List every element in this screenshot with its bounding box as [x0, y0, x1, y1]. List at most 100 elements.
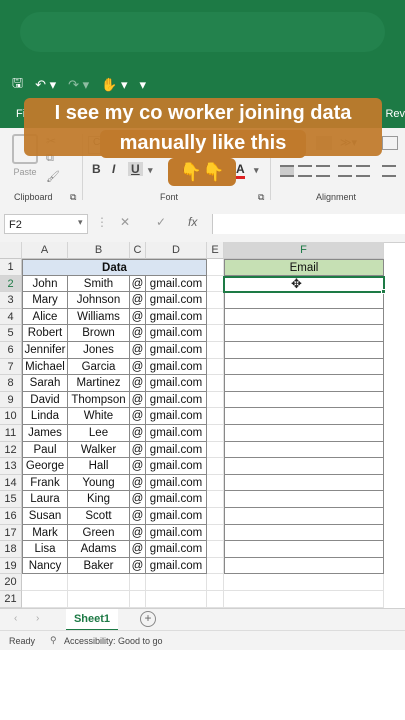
cell[interactable]	[207, 491, 224, 508]
row-header-2[interactable]: 2	[0, 275, 22, 293]
cell[interactable]: George	[22, 458, 68, 475]
accessibility-icon[interactable]: ⚲	[50, 635, 57, 646]
cell[interactable]	[207, 292, 224, 309]
cell[interactable]	[22, 574, 68, 591]
cell[interactable]	[130, 574, 146, 591]
cell[interactable]: Susan	[22, 508, 68, 525]
increase-indent-icon[interactable]	[356, 165, 370, 177]
cell[interactable]	[207, 474, 224, 492]
cell[interactable]: @	[130, 425, 146, 442]
align-left-icon[interactable]	[280, 165, 294, 177]
cell[interactable]: Sarah	[22, 375, 68, 392]
save-icon[interactable]: 🖫	[12, 74, 23, 96]
email-cell[interactable]	[224, 441, 384, 459]
cell[interactable]: gmail.com	[146, 491, 207, 508]
cell[interactable]	[22, 591, 68, 608]
cell[interactable]: Mary	[22, 292, 68, 309]
cell[interactable]	[207, 391, 224, 409]
cell[interactable]: Smith	[68, 275, 130, 293]
cell[interactable]: Brown	[68, 325, 130, 342]
column-header-c[interactable]: C	[130, 242, 146, 259]
row-header-12[interactable]: 12	[0, 441, 22, 459]
row-header-13[interactable]: 13	[0, 458, 22, 475]
format-painter-icon[interactable]: 🖌	[46, 170, 60, 183]
undo-icon[interactable]: ↶ ▾	[35, 77, 56, 93]
cell[interactable]: David	[22, 391, 68, 409]
decrease-indent-icon[interactable]	[338, 165, 352, 177]
email-cell[interactable]	[224, 408, 384, 425]
row-header-8[interactable]: 8	[0, 375, 22, 392]
row-header-10[interactable]: 10	[0, 408, 22, 425]
email-cell[interactable]	[224, 375, 384, 392]
cell[interactable]: gmail.com	[146, 375, 207, 392]
row-header-17[interactable]: 17	[0, 524, 22, 542]
cell[interactable]: @	[130, 541, 146, 558]
cell[interactable]	[207, 408, 224, 425]
cell[interactable]: Walker	[68, 441, 130, 459]
cell[interactable]	[207, 574, 224, 591]
row-header-14[interactable]: 14	[0, 474, 22, 492]
cell[interactable]: gmail.com	[146, 458, 207, 475]
row-header-3[interactable]: 3	[0, 292, 22, 309]
accessibility-status[interactable]: Accessibility: Good to go	[64, 636, 163, 646]
scroll-right-icon[interactable]: ›	[36, 613, 39, 624]
cell[interactable]: gmail.com	[146, 408, 207, 425]
italic-button[interactable]: I	[112, 162, 115, 176]
align-right-icon[interactable]	[316, 165, 330, 177]
cell[interactable]: Jennifer	[22, 342, 68, 359]
cell[interactable]: @	[130, 508, 146, 525]
bold-button[interactable]: B	[92, 162, 101, 176]
cell[interactable]	[207, 524, 224, 542]
cell[interactable]	[224, 591, 384, 608]
cell[interactable]	[207, 308, 224, 326]
cell[interactable]: gmail.com	[146, 308, 207, 326]
cell[interactable]: John	[22, 275, 68, 293]
cell[interactable]: @	[130, 408, 146, 425]
cell[interactable]: gmail.com	[146, 275, 207, 293]
cell[interactable]: gmail.com	[146, 342, 207, 359]
column-header-e[interactable]: E	[207, 242, 224, 259]
cell[interactable]: gmail.com	[146, 508, 207, 525]
align-center-icon[interactable]	[298, 165, 312, 177]
cell[interactable]: White	[68, 408, 130, 425]
cell[interactable]: Michael	[22, 358, 68, 376]
cell[interactable]: Lisa	[22, 541, 68, 558]
row-header-20[interactable]: 20	[0, 574, 22, 591]
cell[interactable]: Baker	[68, 557, 130, 575]
column-header-f[interactable]: F	[224, 242, 384, 259]
cell[interactable]	[207, 441, 224, 459]
cell[interactable]: gmail.com	[146, 541, 207, 558]
column-header-b[interactable]: B	[68, 242, 130, 259]
cell[interactable]	[207, 375, 224, 392]
fill-handle[interactable]	[381, 289, 386, 295]
cell[interactable]: Garcia	[68, 358, 130, 376]
touch-mode-icon[interactable]: ✋ ▾	[101, 77, 127, 93]
cell[interactable]: gmail.com	[146, 358, 207, 376]
add-sheet-button[interactable]: +	[140, 611, 156, 627]
cell[interactable]: Green	[68, 524, 130, 542]
cell[interactable]: Laura	[22, 491, 68, 508]
cell[interactable]	[146, 574, 207, 591]
cell[interactable]: @	[130, 325, 146, 342]
cell[interactable]: Robert	[22, 325, 68, 342]
cell[interactable]: Adams	[68, 541, 130, 558]
cell[interactable]: gmail.com	[146, 557, 207, 575]
name-box[interactable]: F2	[4, 214, 88, 234]
insert-function-icon[interactable]: fx	[188, 215, 197, 229]
cell[interactable]: @	[130, 375, 146, 392]
cell[interactable]: gmail.com	[146, 325, 207, 342]
cell[interactable]: @	[130, 557, 146, 575]
cell[interactable]	[68, 574, 130, 591]
enter-icon[interactable]: ✓	[156, 215, 166, 229]
row-header-9[interactable]: 9	[0, 391, 22, 409]
underline-dropdown-icon[interactable]: ▾	[148, 165, 153, 176]
cell[interactable]: Alice	[22, 308, 68, 326]
email-cell[interactable]	[224, 458, 384, 475]
cell[interactable]: gmail.com	[146, 292, 207, 309]
cell[interactable]: Martinez	[68, 375, 130, 392]
underline-button[interactable]: U	[128, 162, 143, 176]
scroll-left-icon[interactable]: ‹	[14, 613, 17, 624]
cell[interactable]: gmail.com	[146, 425, 207, 442]
cell[interactable]: gmail.com	[146, 441, 207, 459]
email-cell[interactable]	[224, 292, 384, 309]
